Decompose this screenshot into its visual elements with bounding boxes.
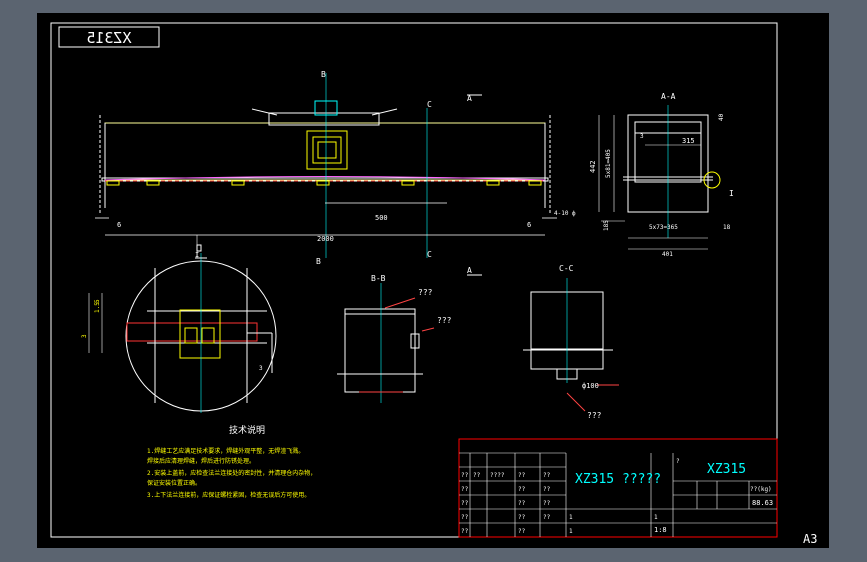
main-front-view	[95, 73, 557, 276]
detail-dim-3: 3	[81, 334, 88, 338]
title-block-mark: ??	[461, 500, 469, 507]
title-block-mark: ??	[543, 500, 551, 507]
section-a-bottom: A	[467, 266, 472, 275]
dim-5x81: 5x81=405	[605, 149, 612, 178]
section-b-top: B	[321, 70, 326, 79]
weight-label: ??(kg)	[750, 486, 772, 493]
title-block-mark: ??	[473, 472, 481, 479]
bb-callout-1: ???	[418, 288, 433, 297]
section-c-bottom: C	[427, 250, 432, 259]
title-block-mark: 1	[569, 514, 573, 521]
dim-40: 40	[718, 113, 725, 121]
sheet-size-label: A3	[803, 532, 817, 546]
dim-phi100: ф100	[582, 382, 599, 390]
section-c-top: C	[427, 100, 432, 109]
dim-4-10: 4-10 ф	[554, 210, 576, 217]
dim-18: 18	[723, 224, 731, 231]
view-bb-label: B-B	[371, 274, 386, 283]
dim-2000: 2000	[317, 235, 334, 243]
title-block-mark: ??	[543, 514, 551, 521]
dim-6-left: 6	[117, 221, 121, 229]
note-line-1: 1.焊缝工艺应满足技术要求，焊缝外观平整，无焊渣飞溅。	[147, 447, 304, 455]
title-block-mark: ??	[518, 486, 526, 493]
title-block-mark: ??	[518, 514, 526, 521]
title-block-mark: ??	[518, 528, 526, 535]
dim-442: 442	[589, 160, 597, 173]
view-bb	[337, 283, 435, 403]
title-block-mark: 1	[569, 528, 573, 535]
dim-500: 500	[375, 214, 388, 222]
dim-315: 315	[682, 137, 695, 145]
note-line-4: 保证安装位置正确。	[147, 479, 201, 487]
dim-185: 185	[603, 220, 610, 231]
title-block-mark: ????	[490, 472, 505, 479]
title-block-marks: ???????????????????????????????? ?? 1 1 1?	[461, 458, 680, 535]
weight-value: 88.63	[752, 499, 773, 507]
title-block-mark: ??	[518, 472, 526, 479]
title-block-mark: ?	[676, 458, 680, 465]
detail-label: I	[195, 251, 199, 259]
title-block-mark: ??	[543, 486, 551, 493]
title-block-mark: ??	[461, 514, 469, 521]
drawing-name: XZ315 ?????	[575, 472, 661, 487]
title-block-mark: ??	[543, 472, 551, 479]
title-block-mark: ??	[518, 500, 526, 507]
title-block-frame	[458, 438, 778, 538]
section-a-top: A	[467, 94, 472, 103]
note-line-2: 焊接后应清理焊缝，焊后进行防锈处理。	[147, 457, 255, 465]
detail-mark: I	[729, 189, 734, 198]
bb-callout-2: ???	[437, 316, 452, 325]
tech-notes: 技术说明 1.焊缝工艺应满足技术要求，焊缝外观平整，无焊渣飞溅。 焊接后应清理焊…	[147, 424, 316, 499]
view-cc-label: C-C	[559, 264, 574, 273]
view-cc	[523, 278, 619, 412]
title-block-mark: ??	[461, 528, 469, 535]
notes-heading: 技术说明	[229, 424, 265, 436]
view-aa-label: A-A	[661, 92, 676, 101]
title-block-mark: 1	[654, 514, 658, 521]
cad-sheet: XZ315 B B C C A A 500 2000 6 6 4-10 ф A-…	[50, 22, 817, 546]
mirrored-title: XZ315	[86, 29, 131, 47]
section-b-bottom: B	[316, 257, 321, 266]
note-line-5: 3.上下法兰连接前，应保证螺栓紧固，检查无误后方可使用。	[147, 491, 310, 499]
dim-6-right: 6	[527, 221, 531, 229]
detail-dim-3b: 3	[259, 365, 263, 372]
note-line-3: 2.安装上盖前，应检查法兰连接处的密封性，并清理仓内杂物，	[147, 469, 316, 477]
drawing-code: XZ315	[707, 462, 746, 477]
dim-401: 401	[662, 251, 673, 258]
detail-dim-5: 5	[94, 299, 101, 303]
drawing-viewport[interactable]: XZ315 B B C C A A 500 2000 6 6 4-10 ф A-…	[37, 13, 829, 548]
cc-callout: ???	[587, 411, 602, 420]
title-block-mark: ??	[461, 472, 469, 479]
dim-5x73: 5x73=365	[649, 224, 678, 231]
title-block-mark: ??	[461, 486, 469, 493]
dim-3: 3	[640, 133, 644, 140]
detail-i	[88, 253, 277, 413]
scale-value: 1:8	[654, 526, 667, 534]
